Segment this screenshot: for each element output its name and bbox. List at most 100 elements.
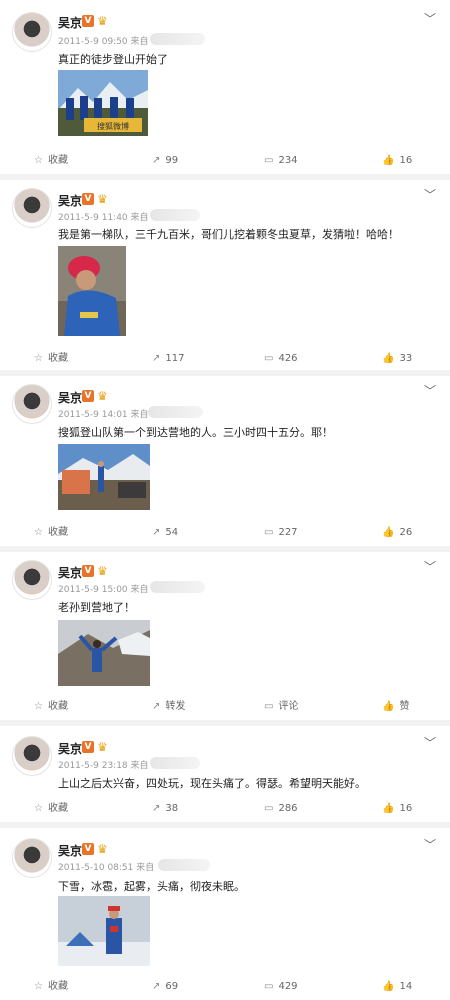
avatar[interactable] (12, 384, 52, 424)
like-button[interactable]: 👍 16 (382, 150, 412, 172)
collect-button[interactable]: ☆ 收藏 (34, 976, 68, 998)
avatar[interactable] (12, 736, 52, 776)
comment-icon: ▭ (264, 803, 274, 814)
verified-badge-icon: V (82, 390, 94, 402)
forward-button[interactable]: ↗ 69 (152, 976, 178, 998)
mountain-team-photo: 搜狐微博 (58, 70, 148, 136)
avatar[interactable] (12, 188, 52, 228)
crown-icon: ♛ (97, 14, 108, 28)
user-name[interactable]: 吴京 (58, 192, 82, 209)
forward-button[interactable]: ↗ 117 (152, 348, 184, 370)
chevron-down-icon[interactable]: ﹀ (424, 734, 436, 751)
post-source: 来自 (130, 585, 149, 595)
forward-button[interactable]: ↗ 54 (152, 522, 178, 544)
crown-icon: ♛ (97, 842, 108, 856)
crown-icon: ♛ (97, 740, 108, 754)
like-button[interactable]: 👍 赞 (382, 696, 409, 718)
forward-button[interactable]: ↗ 转发 (152, 696, 185, 718)
chevron-down-icon[interactable]: ﹀ (424, 10, 436, 27)
banner-text: 搜狐微博 (97, 121, 129, 131)
share-icon: ↗ (152, 701, 161, 712)
crown-icon: ♛ (97, 192, 108, 206)
comment-icon: ▭ (264, 981, 274, 992)
climber-arms-raised-photo (58, 620, 150, 686)
chevron-down-icon[interactable]: ﹀ (424, 382, 436, 399)
avatar[interactable] (12, 12, 52, 52)
like-label: 赞 (399, 701, 410, 712)
user-name[interactable]: 吴京 (58, 842, 82, 859)
star-icon: ☆ (34, 353, 43, 364)
post-actions: ☆ 收藏 ↗ 99 ▭ 234 👍 16 (0, 150, 450, 172)
post-photo[interactable] (58, 444, 150, 510)
snowy-camp-photo (58, 896, 150, 966)
post-photo[interactable] (58, 896, 150, 966)
like-button[interactable]: 👍 14 (382, 976, 412, 998)
comment-button[interactable]: ▭ 评论 (264, 696, 298, 718)
collect-button[interactable]: ☆ 收藏 (34, 348, 68, 370)
post-date: 2011-5-9 14:01 (58, 410, 128, 420)
like-count: 33 (399, 353, 413, 364)
comment-count: 429 (278, 981, 298, 992)
star-icon: ☆ (34, 527, 43, 538)
like-button[interactable]: 👍 16 (382, 798, 412, 820)
comment-icon: ▭ (264, 155, 274, 166)
post-photo[interactable] (58, 246, 126, 336)
comment-button[interactable]: ▭ 426 (264, 348, 298, 370)
climber-photo (58, 246, 126, 336)
comment-button[interactable]: ▭ 429 (264, 976, 298, 998)
post-source: 来自 (130, 761, 149, 771)
post-meta: 2011-5-10 08:51 来自 (58, 860, 154, 873)
blurred-source (148, 406, 203, 418)
post-photo[interactable] (58, 620, 150, 686)
like-button[interactable]: 👍 26 (382, 522, 412, 544)
post-actions: ☆ 收藏 ↗ 38 ▭ 286 👍 16 (0, 798, 450, 820)
blurred-source (150, 757, 200, 769)
post-photo[interactable]: 搜狐微博 (58, 70, 148, 136)
crown-icon: ♛ (97, 389, 108, 403)
user-name[interactable]: 吴京 (58, 740, 82, 757)
forward-button[interactable]: ↗ 38 (152, 798, 178, 820)
chevron-down-icon[interactable]: ﹀ (424, 836, 436, 853)
comment-button[interactable]: ▭ 286 (264, 798, 298, 820)
thumb-up-icon: 👍 (382, 803, 395, 814)
user-name[interactable]: 吴京 (58, 389, 82, 406)
like-button[interactable]: 👍 33 (382, 348, 412, 370)
avatar[interactable] (12, 838, 52, 878)
collect-button[interactable]: ☆ 收藏 (34, 150, 68, 172)
post-actions: ☆ 收藏 ↗ 117 ▭ 426 👍 33 (0, 348, 450, 370)
collect-label: 收藏 (47, 353, 68, 364)
user-name[interactable]: 吴京 (58, 564, 82, 581)
thumb-up-icon: 👍 (382, 527, 395, 538)
post-divider (0, 174, 450, 180)
collect-label: 收藏 (47, 803, 68, 814)
comment-button[interactable]: ▭ 227 (264, 522, 298, 544)
post-meta: 2011-5-9 09:50 来自 (58, 34, 149, 47)
post-source: 来自 (130, 410, 149, 420)
comment-count: 286 (278, 803, 298, 814)
share-icon: ↗ (152, 803, 161, 814)
post-meta: 2011-5-9 15:00 来自 (58, 582, 149, 595)
collect-button[interactable]: ☆ 收藏 (34, 798, 68, 820)
post-text: 下雪，冰雹，起雾，头痛，彻夜未眠。 (58, 880, 245, 893)
avatar[interactable] (12, 560, 52, 600)
collect-button[interactable]: ☆ 收藏 (34, 696, 68, 718)
comment-button[interactable]: ▭ 234 (264, 150, 298, 172)
chevron-down-icon[interactable]: ﹀ (424, 186, 436, 203)
post-text: 上山之后太兴奋，四处玩，现在头痛了。得瑟。希望明天能好。 (58, 777, 366, 790)
share-icon: ↗ (152, 981, 161, 992)
post-source: 来自 (130, 37, 149, 47)
post-divider (0, 720, 450, 726)
forward-button[interactable]: ↗ 99 (152, 150, 178, 172)
chevron-down-icon[interactable]: ﹀ (424, 558, 436, 575)
collect-button[interactable]: ☆ 收藏 (34, 522, 68, 544)
share-icon: ↗ (152, 353, 161, 364)
user-name[interactable]: 吴京 (58, 14, 82, 31)
post-meta: 2011-5-9 14:01 来自 (58, 407, 149, 420)
collect-label: 收藏 (47, 155, 68, 166)
verified-badge-icon: V (82, 565, 94, 577)
comment-icon: ▭ (264, 353, 274, 364)
post-source: 来自 (136, 863, 155, 873)
forward-count: 38 (165, 803, 179, 814)
star-icon: ☆ (34, 981, 43, 992)
thumb-up-icon: 👍 (382, 701, 395, 712)
